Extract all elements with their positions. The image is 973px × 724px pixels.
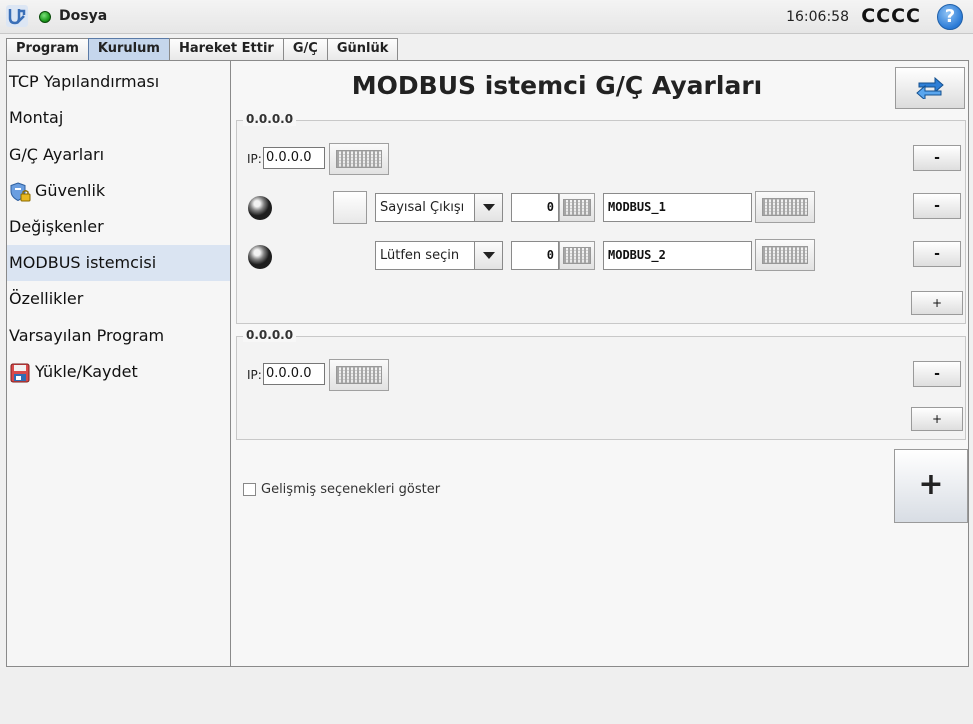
- main-tabs: Program Kurulum Hareket Ettir G/Ç Günlük: [6, 36, 399, 60]
- output-toggle-button[interactable]: [333, 191, 367, 224]
- keyboard-icon: [761, 246, 809, 264]
- file-menu[interactable]: Dosya: [59, 8, 107, 24]
- sidebar-item-label: Yükle/Kaydet: [35, 362, 138, 381]
- footer-bar: [0, 668, 973, 724]
- tab-kurulum[interactable]: Kurulum: [87, 38, 170, 60]
- remove-signal-button[interactable]: -: [913, 193, 961, 219]
- add-signal-button[interactable]: +: [911, 407, 963, 431]
- name-keyboard-button[interactable]: [755, 191, 815, 223]
- clock: 16:06:58: [786, 9, 849, 25]
- top-bar: Dosya 16:06:58 CCCC ?: [0, 0, 973, 34]
- sidebar-item-modbus[interactable]: MODBUS istemcisi: [7, 245, 230, 281]
- ip-keyboard-button[interactable]: [329, 143, 389, 175]
- signal-type-value: Sayısal Çıkışı: [380, 200, 465, 215]
- numpad-icon: [563, 247, 591, 264]
- robot-name: CCCC: [861, 5, 921, 27]
- sidebar-item-varsayilan-program[interactable]: Varsayılan Program: [7, 318, 230, 354]
- advanced-options-row[interactable]: Gelişmiş seçenekleri göster: [243, 482, 440, 497]
- advanced-options-label: Gelişmiş seçenekleri göster: [261, 482, 441, 497]
- sidebar-item-label: MODBUS istemcisi: [9, 253, 157, 272]
- keyboard-icon: [335, 366, 383, 384]
- modbus-server-group: 0.0.0.0 IP: 0.0.0.0 - +: [236, 328, 966, 440]
- refresh-button[interactable]: [895, 67, 965, 109]
- sidebar-item-ozellikler[interactable]: Özellikler: [7, 281, 230, 317]
- signal-address-input[interactable]: 0: [511, 241, 559, 270]
- sidebar-item-montaj[interactable]: Montaj: [7, 100, 230, 136]
- keyboard-icon: [335, 150, 383, 168]
- floppy-disk-icon: [10, 363, 30, 382]
- sidebar-item-guvenlik[interactable]: Güvenlik: [7, 173, 230, 209]
- refresh-arrows-icon: [916, 77, 944, 99]
- chevron-down-icon[interactable]: [474, 242, 502, 269]
- server-label: 0.0.0.0: [243, 112, 297, 126]
- sidebar-item-io-settings[interactable]: G/Ç Ayarları: [7, 137, 230, 173]
- ip-input[interactable]: 0.0.0.0: [263, 363, 325, 385]
- sidebar: TCP Yapılandırması Montaj G/Ç Ayarları G…: [7, 61, 231, 666]
- content-frame: TCP Yapılandırması Montaj G/Ç Ayarları G…: [6, 60, 969, 667]
- ip-label: IP:: [247, 368, 262, 382]
- sidebar-item-label: Değişkenler: [9, 217, 104, 236]
- server-label: 0.0.0.0: [243, 328, 297, 342]
- name-keyboard-button[interactable]: [755, 239, 815, 271]
- chevron-down-icon[interactable]: [474, 194, 502, 221]
- shield-lock-icon: [10, 181, 31, 201]
- tab-hareket-ettir[interactable]: Hareket Ettir: [168, 38, 284, 60]
- keyboard-icon: [761, 198, 809, 216]
- signal-name-input[interactable]: MODBUS_2: [603, 241, 752, 270]
- sidebar-item-label: Özellikler: [9, 289, 84, 308]
- sidebar-item-label: Güvenlik: [35, 181, 106, 200]
- remove-server-button[interactable]: -: [913, 361, 961, 387]
- tab-program[interactable]: Program: [6, 38, 89, 60]
- signal-address-input[interactable]: 0: [511, 193, 559, 222]
- main-panel: MODBUS istemci G/Ç Ayarları 0.0.0.0 IP: …: [232, 61, 968, 666]
- numpad-button[interactable]: [559, 193, 595, 222]
- signal-type-value: Lütfen seçin: [380, 248, 460, 263]
- tab-gunluk[interactable]: Günlük: [326, 38, 399, 60]
- ip-label: IP:: [247, 152, 262, 166]
- sidebar-item-label: G/Ç Ayarları: [9, 145, 105, 164]
- add-server-button[interactable]: +: [894, 449, 968, 523]
- sidebar-item-degiskenler[interactable]: Değişkenler: [7, 209, 230, 245]
- signal-name-input[interactable]: MODBUS_1: [603, 193, 752, 222]
- numpad-icon: [563, 199, 591, 216]
- sidebar-item-label: TCP Yapılandırması: [9, 72, 160, 91]
- sidebar-item-label: Varsayılan Program: [9, 326, 165, 345]
- modbus-server-group: 0.0.0.0 IP: 0.0.0.0 - Sayısal Çıkışı 0 M…: [236, 112, 966, 324]
- advanced-options-checkbox[interactable]: [243, 483, 256, 496]
- sidebar-item-tcp[interactable]: TCP Yapılandırması: [7, 64, 230, 100]
- tab-io[interactable]: G/Ç: [282, 38, 328, 60]
- sidebar-item-label: Montaj: [9, 108, 64, 127]
- ip-keyboard-button[interactable]: [329, 359, 389, 391]
- page-title: MODBUS istemci G/Ç Ayarları: [351, 71, 763, 100]
- help-icon[interactable]: ?: [937, 4, 963, 30]
- signal-type-select[interactable]: Lütfen seçin: [375, 241, 503, 270]
- signal-type-select[interactable]: Sayısal Çıkışı: [375, 193, 503, 222]
- signal-status-icon: [248, 196, 272, 220]
- sidebar-item-yukle-kaydet[interactable]: Yükle/Kaydet: [7, 354, 230, 390]
- remove-signal-button[interactable]: -: [913, 241, 961, 267]
- status-dot-icon: [39, 11, 51, 23]
- numpad-button[interactable]: [559, 241, 595, 270]
- add-signal-button[interactable]: +: [911, 291, 963, 315]
- ur-logo-icon[interactable]: [6, 5, 28, 27]
- ip-input[interactable]: 0.0.0.0: [263, 147, 325, 169]
- signal-status-icon: [248, 245, 272, 269]
- remove-server-button[interactable]: -: [913, 145, 961, 171]
